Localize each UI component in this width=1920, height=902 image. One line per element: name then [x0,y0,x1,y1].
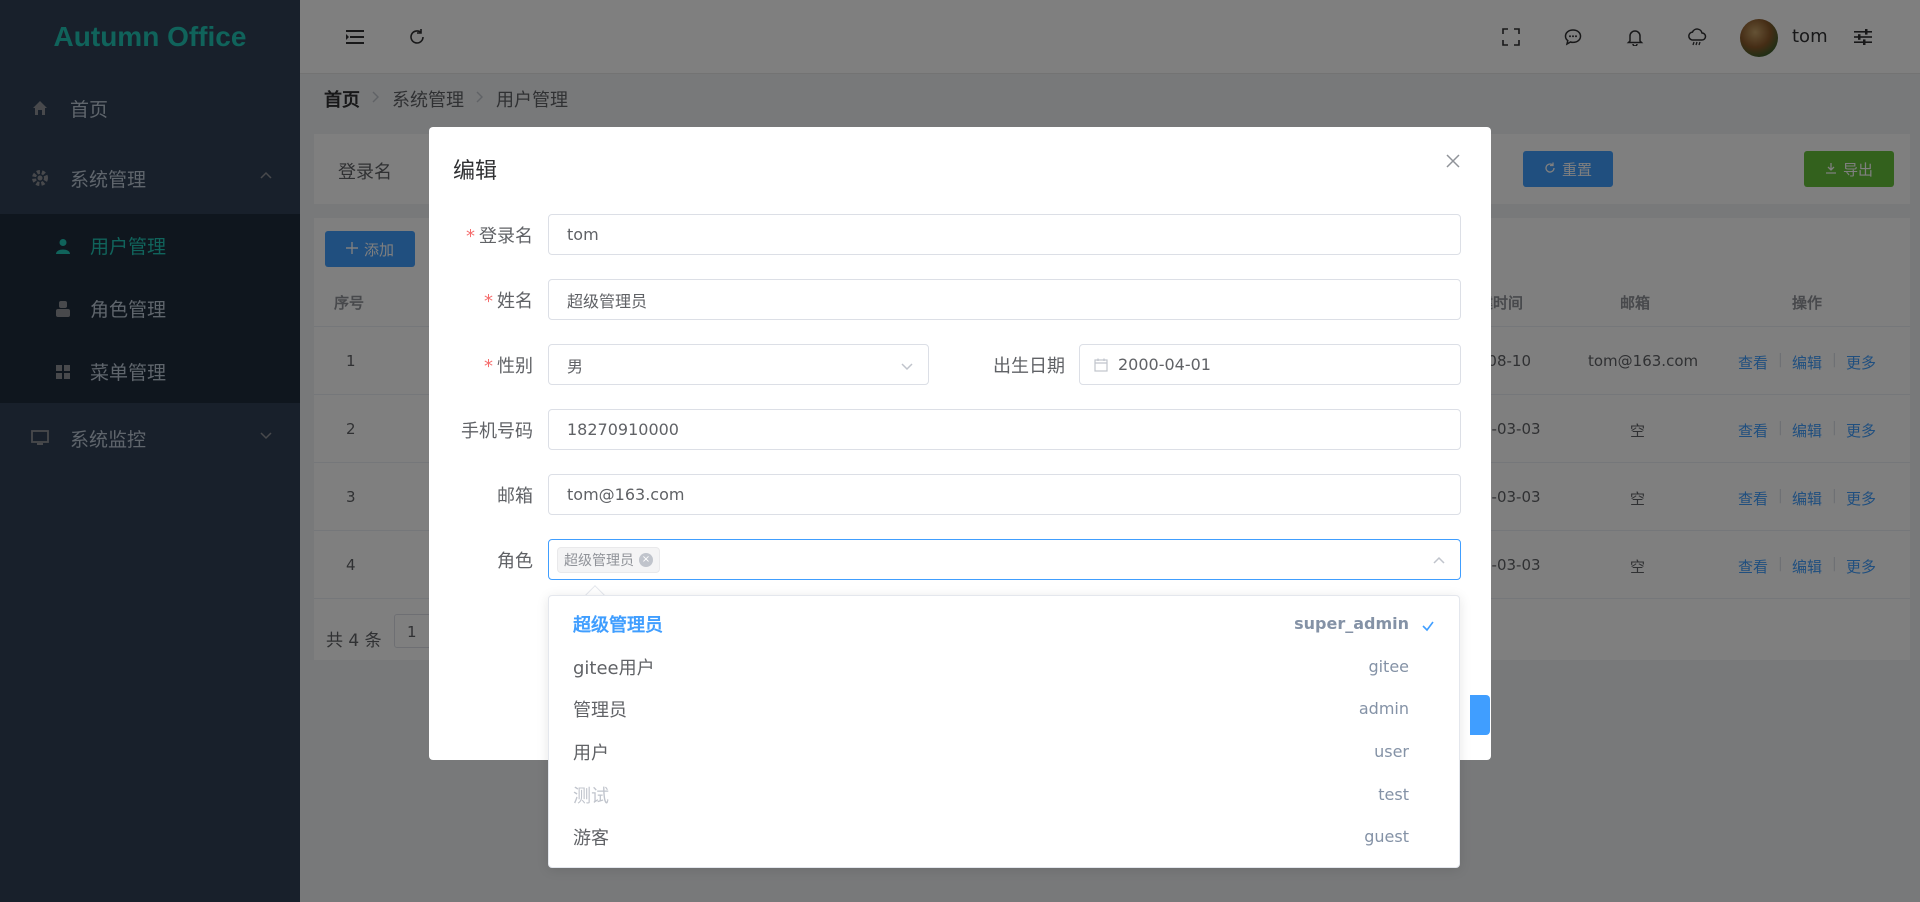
option-value: user [1374,742,1409,761]
option-value: test [1378,785,1409,804]
option-value: admin [1358,699,1409,718]
chevron-up-icon [1432,553,1446,567]
birthday-value: 2000-04-01 [1118,355,1211,374]
role-option-admin[interactable]: 管理员 admin [549,687,1459,730]
calendar-icon [1094,358,1108,372]
name-label: * 姓名 [484,291,533,312]
option-label: gitee用户 [573,657,655,679]
name-input[interactable]: 超级管理员 [548,279,1461,320]
option-value: gitee [1368,657,1409,676]
option-value: guest [1364,827,1409,846]
role-option-super-admin[interactable]: 超级管理员 super_admin [549,602,1459,645]
login-name-label: * 登录名 [466,226,533,247]
gender-select[interactable]: 男 [548,344,929,385]
close-icon[interactable] [1445,153,1465,173]
tag-close-icon[interactable]: × [639,552,653,567]
role-option-gitee[interactable]: gitee用户 gitee [549,645,1459,688]
option-label: 测试 [573,785,609,807]
chevron-down-icon [900,358,914,372]
phone-input[interactable]: 18270910000 [548,409,1461,450]
option-label: 游客 [573,827,609,849]
email-label: 邮箱 [497,486,533,507]
gender-value: 男 [567,356,584,376]
role-dropdown: 超级管理员 super_admin gitee用户 gitee 管理员 admi… [548,595,1460,868]
gender-label: * 性别 [484,356,533,377]
dialog-title: 编辑 [453,159,498,184]
login-name-input[interactable]: tom [548,214,1461,255]
phone-label: 手机号码 [461,421,533,442]
role-select[interactable]: 超级管理员 × [548,539,1461,580]
check-icon [1421,617,1435,631]
email-input[interactable]: tom@163.com [548,474,1461,515]
option-label: 用户 [573,742,609,764]
confirm-button[interactable] [1470,695,1490,735]
role-tag: 超级管理员 × [557,546,660,573]
role-option-test: 测试 test [549,773,1459,816]
option-label: 管理员 [573,699,627,721]
role-tag-label: 超级管理员 [564,552,634,569]
birthday-picker[interactable]: 2000-04-01 [1079,344,1461,385]
option-value: super_admin [1294,614,1409,633]
role-option-user[interactable]: 用户 user [549,730,1459,773]
birthday-label: 出生日期 [993,356,1065,377]
option-label: 超级管理员 [573,614,663,636]
role-option-guest[interactable]: 游客 guest [549,815,1459,858]
role-label: 角色 [497,551,533,572]
